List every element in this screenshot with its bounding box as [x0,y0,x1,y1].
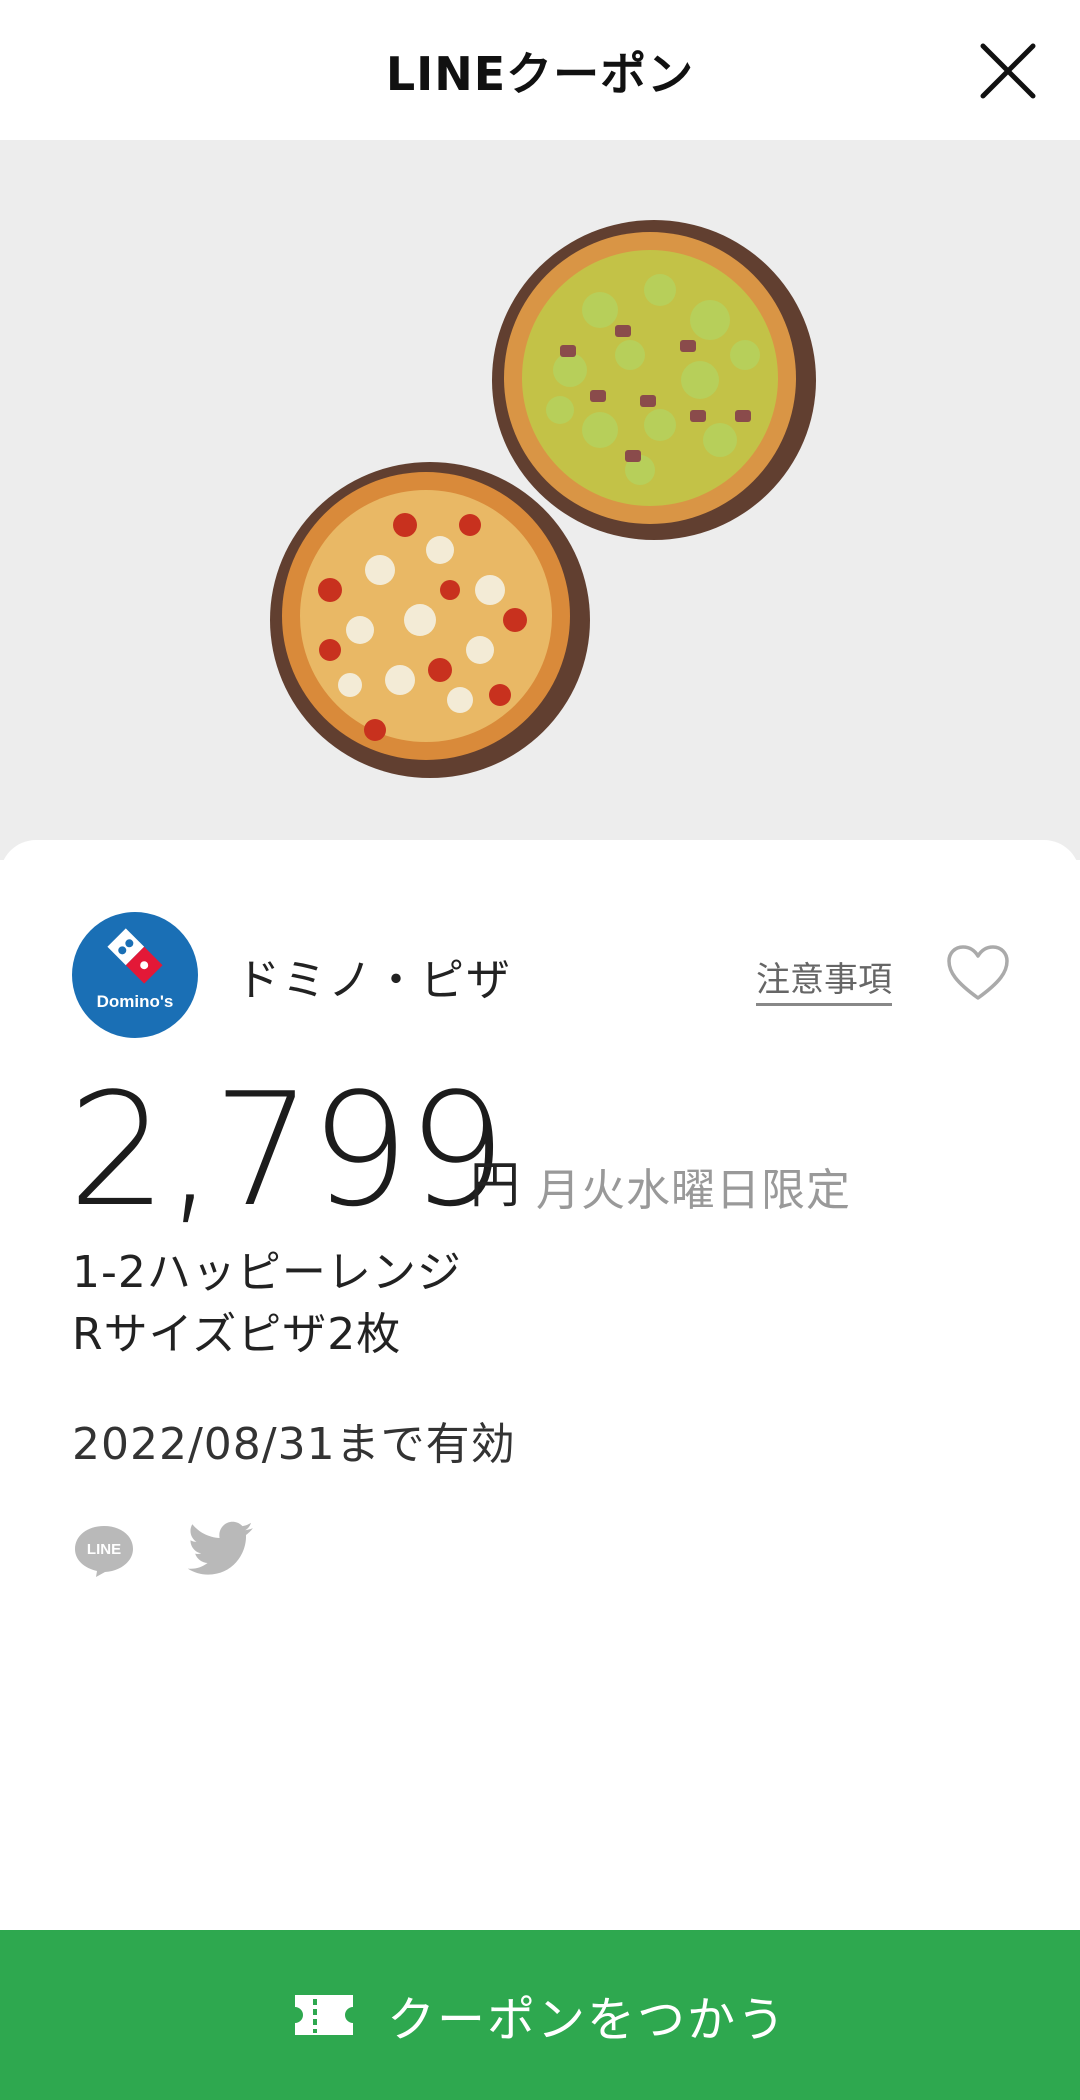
use-coupon-button[interactable]: クーポンをつかう [0,1930,1080,2100]
valid-until: 2022/08/31まで有効 [72,1419,516,1470]
share-twitter-button[interactable] [187,1520,254,1578]
day-limitation: 月火水曜日限定 [536,1165,851,1216]
coupon-card: Domino's ドミノ・ピザ 注意事項 2,799 円 月火水曜日限定 1-2… [0,840,1080,1930]
price-currency: 円 [470,1156,520,1214]
offer-description: 1-2ハッピーレンジ Rサイズピザ2枚 [72,1242,462,1366]
hero-image [0,140,1080,860]
dominos-logo: Domino's [72,912,198,1038]
line-share-icon: LINE [75,1526,133,1577]
heart-outline-icon [947,945,1009,1000]
dominos-logo-mark: Domino's [97,928,174,1011]
notes-link[interactable]: 注意事項 [756,952,892,1006]
use-coupon-content: クーポンをつかう [0,1982,1080,2048]
header-bar: LINEクーポン [0,0,1080,140]
logo-text: Domino's [97,992,174,1011]
share-line-button[interactable]: LINE [72,1522,136,1578]
twitter-icon [187,1521,253,1575]
description-line-2: Rサイズピザ2枚 [72,1309,402,1360]
shop-name: ドミノ・ピザ [236,955,512,1006]
line-icon-text: LINE [87,1541,121,1558]
close-button[interactable] [975,38,1041,104]
description-line-1: 1-2ハッピーレンジ [72,1247,462,1298]
ticket-icon [294,1995,353,2035]
page-title: LINEクーポン [385,47,695,101]
close-icon [980,43,1036,99]
use-coupon-label: クーポンをつかう [386,1992,787,2048]
pizza-image [270,220,816,778]
favorite-button[interactable] [946,944,1010,1002]
price-value: 2,799 [68,1059,507,1241]
